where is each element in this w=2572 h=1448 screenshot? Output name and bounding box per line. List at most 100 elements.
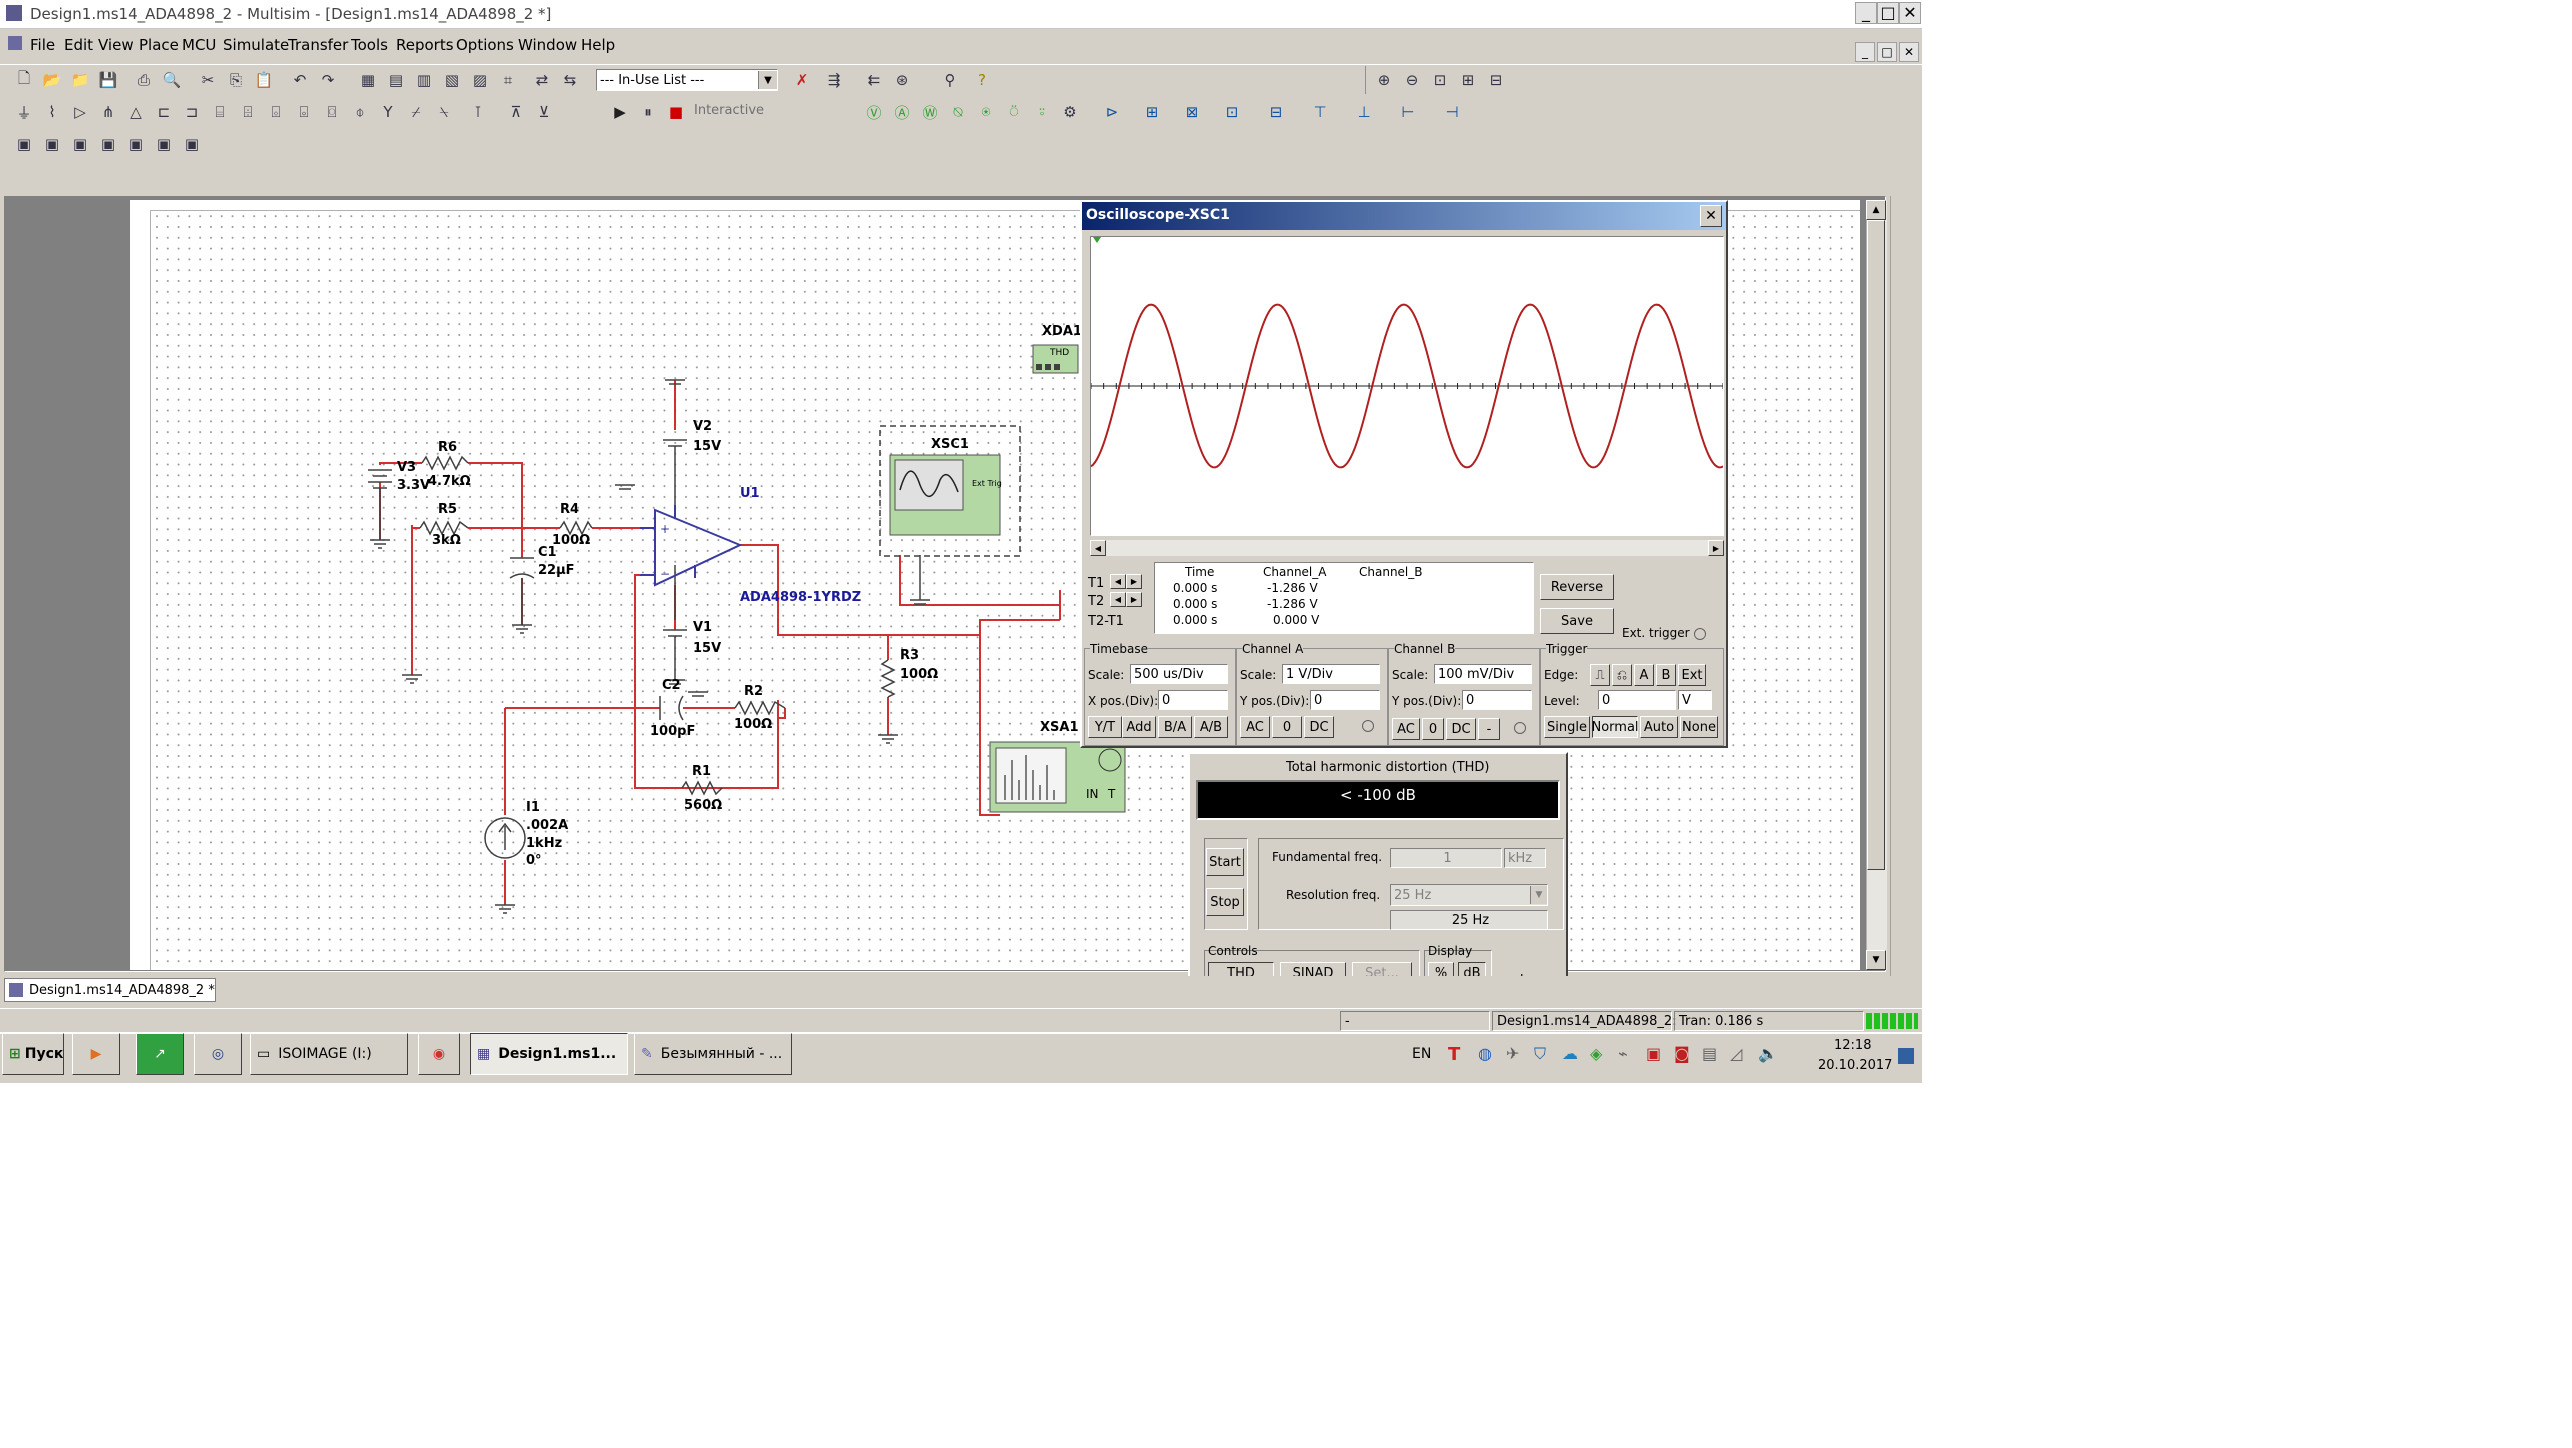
timebase-title: Timebase [1090,642,1148,656]
trigger-source-ext[interactable]: Ext [1678,664,1706,686]
tray-shield-icon[interactable]: ⛉ [1534,1044,1546,1064]
taskbar-multisim[interactable]: ▦ Design1.ms1... [470,1033,628,1075]
i1-freq: 1kHz [526,836,563,851]
tray-usb-icon[interactable]: ⌁ [1618,1044,1628,1063]
ab-button[interactable]: A/B [1194,716,1228,738]
show-desktop-icon[interactable] [1898,1048,1914,1064]
cha-ac-button[interactable]: AC [1240,716,1270,738]
clock-time[interactable]: 12:18 [1834,1038,1871,1053]
osc-scroll-right[interactable]: ▶ [1708,540,1724,556]
trigger-source-a[interactable]: A [1634,664,1654,686]
tray-network-icon[interactable]: ◈ [1590,1044,1602,1063]
cha-scale-field[interactable]: 1 V/Div [1282,664,1380,684]
tray-red-icon[interactable]: ▣ [1646,1044,1661,1063]
media-player-icon[interactable]: ▶ [72,1033,120,1075]
resolution-select[interactable]: 25 Hz ▼ [1390,884,1548,906]
sheet-tab[interactable]: Design1.ms14_ADA4898_2 * [4,978,216,1002]
cha-dc-button[interactable]: DC [1304,716,1334,738]
single-button[interactable]: Single [1544,716,1590,738]
status-left-text: - [1345,1014,1350,1029]
t2-left-arrow[interactable]: ◀ [1110,592,1126,607]
add-button[interactable]: Add [1122,716,1156,738]
level-unit-field[interactable]: V [1678,690,1712,710]
t1-left-arrow[interactable]: ◀ [1110,574,1126,589]
chb-0-button[interactable]: 0 [1422,718,1444,740]
language-indicator[interactable]: EN [1412,1046,1431,1062]
osc-scrollbar[interactable]: ◀ ▶ [1090,540,1724,556]
taskbar-paint[interactable]: ✎ Безымянный - ... [634,1033,792,1075]
cha-0-button[interactable]: 0 [1272,716,1302,738]
normal-button[interactable]: Normal [1591,716,1639,738]
rising-edge-icon[interactable]: ⎍ [1590,664,1610,686]
t2-time: 0.000 s [1173,597,1218,611]
chevron-down-icon: ▼ [1530,886,1547,904]
cha-terminal[interactable] [1362,720,1374,732]
cha-scale-label: Scale: [1240,668,1277,682]
osc-scroll-left[interactable]: ◀ [1090,540,1106,556]
resolution-label: Resolution freq. [1286,888,1381,902]
taskbar-isoimage-label: ISOIMAGE (I:) [278,1046,372,1062]
chb-terminal[interactable] [1514,722,1526,734]
osc-cursor-marker[interactable] [1093,237,1101,243]
tray-plane-icon[interactable]: ✈ [1506,1044,1519,1063]
timebase-scale-field[interactable]: 500 us/Div [1130,664,1228,684]
r2-ref: R2 [744,684,764,699]
readout-table: Time Channel_A Channel_B 0.000 s -1.286 … [1154,562,1534,634]
ext-trigger-terminal[interactable] [1694,628,1706,640]
start-button[interactable]: Start [1206,848,1244,876]
tray-t-icon[interactable]: T [1448,1044,1460,1065]
osc-screen[interactable] [1090,236,1724,536]
sheet-tab-label: Design1.ms14_ADA4898_2 * [29,982,215,998]
trigger-title: Trigger [1546,642,1588,656]
chart-app-icon[interactable]: ↗ [136,1033,184,1075]
status-tran-text: Tran: 0.186 s [1679,1014,1764,1029]
xsa1-ref: XSA1 [1040,720,1079,735]
clock-date[interactable]: 20.10.2017 [1818,1058,1892,1073]
falling-edge-icon[interactable]: ⎌ [1612,664,1632,686]
tray-shield-red-icon[interactable]: ◙ [1674,1044,1690,1063]
network-app-icon[interactable]: ◎ [194,1033,242,1075]
sim-progress-bar [1866,1013,1918,1029]
tray-speaker-icon[interactable]: 🔈 [1758,1044,1778,1063]
auto-button[interactable]: Auto [1640,716,1678,738]
fundamental-unit[interactable]: kHz [1504,848,1546,868]
none-button[interactable]: None [1680,716,1718,738]
chb-ac-button[interactable]: AC [1392,718,1420,740]
status-left-pane: - [1340,1011,1490,1031]
chb-dc-button[interactable]: DC [1446,718,1476,740]
t1-right-arrow[interactable]: ▶ [1126,574,1142,589]
taskbar-isoimage[interactable]: ▭ ISOIMAGE (I:) [250,1033,408,1075]
xda1-ref: XDA1 [1042,324,1082,339]
status-file-text: Design1.ms14_ADA4898_2: [1497,1014,1677,1029]
save-button[interactable]: Save [1540,608,1614,634]
start-button-taskbar[interactable]: ⊞ Пуск [2,1033,64,1075]
taskbar-paint-label: Безымянный - ... [660,1046,783,1062]
chrome-icon[interactable]: ◉ [418,1033,460,1075]
tray-signal-icon[interactable]: ◿ [1730,1044,1742,1063]
stop-button[interactable]: Stop [1206,888,1244,916]
ba-button[interactable]: B/A [1158,716,1192,738]
tray-cloud-icon[interactable]: ☁ [1562,1044,1578,1063]
reverse-button[interactable]: Reverse [1540,574,1614,600]
trigger-source-b[interactable]: B [1656,664,1676,686]
tray-doc-icon[interactable]: ▤ [1702,1044,1717,1063]
thd-value: < -100 dB [1340,786,1416,804]
cha-ypos-label: Y pos.(Div): [1240,694,1310,708]
resolution-value: 25 Hz [1394,887,1432,903]
xpos-field[interactable]: 0 [1158,690,1228,710]
chb-ypos-field[interactable]: 0 [1462,690,1532,710]
chb-minus-button[interactable]: - [1478,718,1500,740]
chb-scale-field[interactable]: 100 mV/Div [1434,664,1532,684]
r5-value: 3kΩ [432,533,461,548]
edge-label: Edge: [1544,668,1579,682]
tray-globe-icon[interactable]: ◍ [1478,1044,1492,1063]
controls-title: Controls [1208,944,1258,958]
cha-ypos-field[interactable]: 0 [1310,690,1380,710]
osc-close-button[interactable]: ✕ [1700,205,1722,227]
channel-a-title: Channel A [1242,642,1304,656]
yt-button[interactable]: Y/T [1088,716,1122,738]
drive-icon: ▭ [257,1046,271,1062]
level-field[interactable]: 0 [1598,690,1676,710]
fundamental-field[interactable]: 1 [1390,848,1502,868]
t2-right-arrow[interactable]: ▶ [1126,592,1142,607]
